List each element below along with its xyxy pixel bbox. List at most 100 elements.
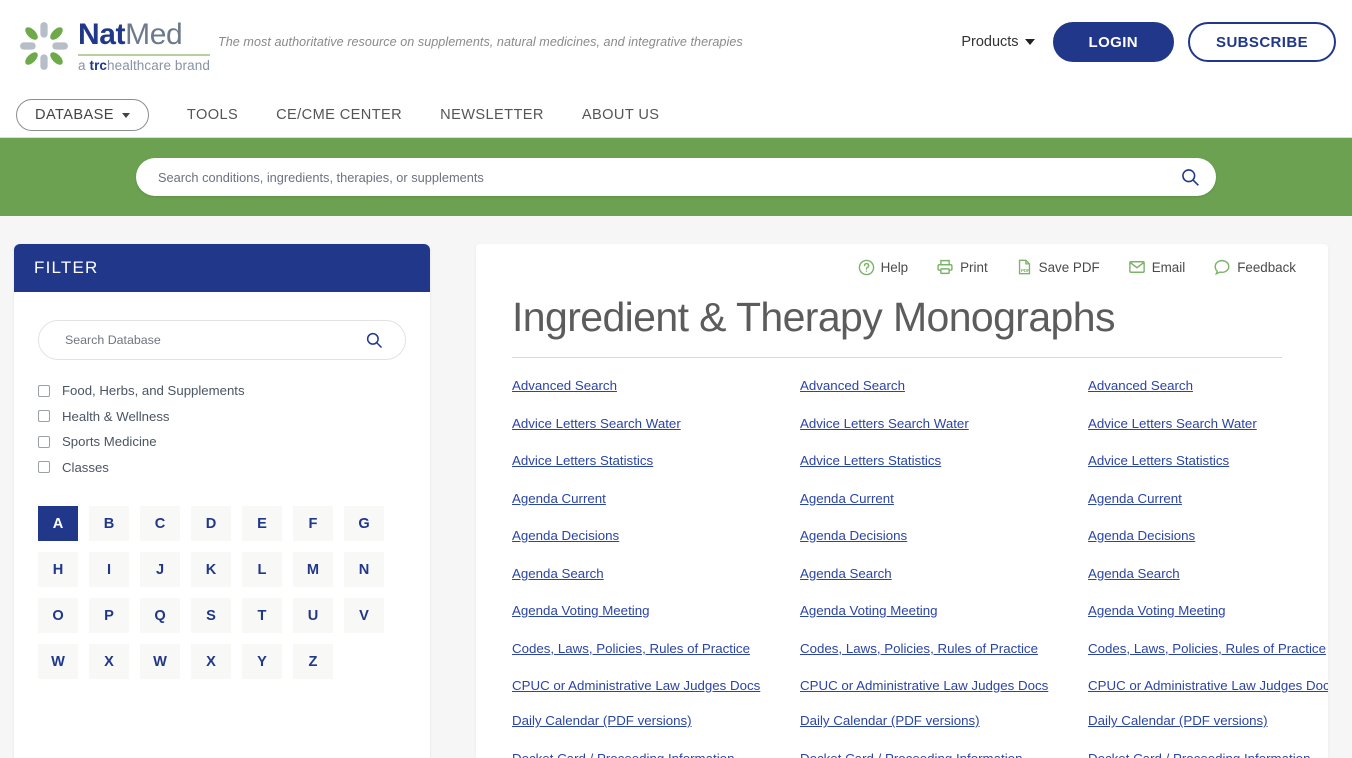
- alphabet-letter-f[interactable]: F: [293, 506, 333, 541]
- link-agenda-decisions[interactable]: Agenda Decisions: [1088, 526, 1328, 546]
- monograph-link-columns: Advanced Search Advice Letters Search Wa…: [494, 376, 1328, 758]
- link-daily-calendar[interactable]: Daily Calendar (PDF versions): [512, 711, 800, 731]
- checkbox-icon[interactable]: [38, 461, 50, 474]
- alphabet-letter-q[interactable]: Q: [140, 598, 180, 633]
- link-advanced-search[interactable]: Advanced Search: [512, 376, 800, 396]
- nav-item-tools[interactable]: TOOLS: [187, 107, 238, 123]
- link-advice-letters-statistics[interactable]: Advice Letters Statistics: [1088, 451, 1328, 471]
- alphabet-letter-y[interactable]: Y: [242, 644, 282, 679]
- alphabet-letter-u[interactable]: U: [293, 598, 333, 633]
- link-agenda-current[interactable]: Agenda Current: [512, 489, 800, 509]
- nav-item-about-us[interactable]: ABOUT US: [582, 107, 660, 123]
- login-button[interactable]: LOGIN: [1052, 22, 1175, 62]
- link-codes-laws-policies[interactable]: Codes, Laws, Policies, Rules of Practice: [1088, 639, 1328, 659]
- header-actions: Products LOGIN SUBSCRIBE: [961, 22, 1336, 62]
- alphabet-letter-a[interactable]: A: [38, 506, 78, 541]
- alphabet-letter-h[interactable]: H: [38, 552, 78, 587]
- brand-name: NatMed: [78, 19, 210, 51]
- printer-icon: [937, 259, 953, 275]
- link-daily-calendar[interactable]: Daily Calendar (PDF versions): [1088, 711, 1328, 731]
- link-agenda-search[interactable]: Agenda Search: [1088, 564, 1328, 584]
- link-agenda-search[interactable]: Agenda Search: [800, 564, 1088, 584]
- site-tagline: The most authoritative resource on suppl…: [218, 35, 743, 49]
- alphabet-letter-z[interactable]: Z: [293, 644, 333, 679]
- link-codes-laws-policies[interactable]: Codes, Laws, Policies, Rules of Practice: [512, 639, 800, 659]
- link-advice-letters-search-water[interactable]: Advice Letters Search Water: [512, 414, 800, 434]
- print-button[interactable]: Print: [936, 258, 988, 276]
- help-button-label: Help: [880, 259, 909, 275]
- search-icon[interactable]: [365, 331, 383, 349]
- filter-checkbox-classes[interactable]: Classes: [38, 455, 406, 481]
- alphabet-letter-p[interactable]: P: [89, 598, 129, 633]
- nav-item-ce-cme[interactable]: CE/CME CENTER: [276, 107, 402, 123]
- checkbox-icon[interactable]: [38, 384, 50, 397]
- link-cpuc-alj-docs[interactable]: CPUC or Administrative Law Judges Docs: [1088, 676, 1328, 696]
- feedback-button[interactable]: Feedback: [1213, 258, 1296, 276]
- products-menu[interactable]: Products: [961, 34, 1035, 50]
- filter-checkbox-food-herbs-supplements[interactable]: Food, Herbs, and Supplements: [38, 378, 406, 404]
- alphabet-letter-k[interactable]: K: [191, 552, 231, 587]
- search-icon[interactable]: [1180, 167, 1200, 187]
- alphabet-letter-x[interactable]: X: [89, 644, 129, 679]
- alphabet-letter-j[interactable]: J: [140, 552, 180, 587]
- link-agenda-current[interactable]: Agenda Current: [800, 489, 1088, 509]
- alphabet-letter-t[interactable]: T: [242, 598, 282, 633]
- link-codes-laws-policies[interactable]: Codes, Laws, Policies, Rules of Practice: [800, 639, 1088, 659]
- link-advice-letters-search-water[interactable]: Advice Letters Search Water: [800, 414, 1088, 434]
- natmed-pinwheel-logo-icon: [20, 22, 68, 70]
- alphabet-letter-c[interactable]: C: [140, 506, 180, 541]
- database-search-input[interactable]: [39, 333, 405, 347]
- link-docket-card[interactable]: Docket Card / Proceeding Information: [512, 749, 800, 758]
- link-advanced-search[interactable]: Advanced Search: [800, 376, 1088, 396]
- database-search-box[interactable]: [38, 320, 406, 360]
- global-search-input[interactable]: [136, 169, 1216, 185]
- link-docket-card[interactable]: Docket Card / Proceeding Information: [800, 749, 1088, 758]
- brand-sub-prefix: a: [78, 58, 90, 73]
- email-button[interactable]: Email: [1128, 258, 1185, 276]
- link-advice-letters-statistics[interactable]: Advice Letters Statistics: [512, 451, 800, 471]
- link-daily-calendar[interactable]: Daily Calendar (PDF versions): [800, 711, 1088, 731]
- help-button[interactable]: Help: [858, 259, 909, 276]
- alphabet-filter-grid: A B C D E F G H I J K L M N O P Q S T U: [38, 506, 406, 679]
- alphabet-letter-s[interactable]: S: [191, 598, 231, 633]
- alphabet-letter-v[interactable]: V: [344, 598, 384, 633]
- filter-checkbox-sports-medicine[interactable]: Sports Medicine: [38, 429, 406, 455]
- brand-logo[interactable]: NatMed a trchealthcare brand: [18, 18, 210, 74]
- nav-item-newsletter[interactable]: NEWSLETTER: [440, 107, 544, 123]
- link-agenda-decisions[interactable]: Agenda Decisions: [800, 526, 1088, 546]
- nav-item-database[interactable]: DATABASE: [16, 99, 149, 131]
- checkbox-icon[interactable]: [38, 410, 50, 423]
- subscribe-button[interactable]: SUBSCRIBE: [1188, 22, 1336, 62]
- alphabet-letter-n[interactable]: N: [344, 552, 384, 587]
- link-cpuc-alj-docs[interactable]: CPUC or Administrative Law Judges Docs: [800, 676, 1088, 696]
- alphabet-letter-g[interactable]: G: [344, 506, 384, 541]
- link-agenda-voting-meeting[interactable]: Agenda Voting Meeting: [512, 601, 800, 621]
- link-agenda-decisions[interactable]: Agenda Decisions: [512, 526, 800, 546]
- alphabet-letter-b[interactable]: B: [89, 506, 129, 541]
- brand-subtitle: a trchealthcare brand: [78, 58, 210, 73]
- alphabet-letter-w[interactable]: W: [38, 644, 78, 679]
- alphabet-letter-e[interactable]: E: [242, 506, 282, 541]
- checkbox-icon[interactable]: [38, 435, 50, 448]
- link-advice-letters-statistics[interactable]: Advice Letters Statistics: [800, 451, 1088, 471]
- link-agenda-voting-meeting[interactable]: Agenda Voting Meeting: [800, 601, 1088, 621]
- alphabet-letter-i[interactable]: I: [89, 552, 129, 587]
- save-pdf-button[interactable]: PDF Save PDF: [1016, 258, 1100, 276]
- alphabet-letter-w-2[interactable]: W: [140, 644, 180, 679]
- alphabet-letter-l[interactable]: L: [242, 552, 282, 587]
- filter-panel-body: Food, Herbs, and Supplements Health & We…: [14, 292, 430, 679]
- link-advice-letters-search-water[interactable]: Advice Letters Search Water: [1088, 414, 1328, 434]
- link-agenda-search[interactable]: Agenda Search: [512, 564, 800, 584]
- link-docket-card[interactable]: Docket Card / Proceeding Information: [1088, 749, 1328, 758]
- global-search-box[interactable]: [136, 158, 1216, 196]
- link-agenda-current[interactable]: Agenda Current: [1088, 489, 1328, 509]
- link-cpuc-alj-docs[interactable]: CPUC or Administrative Law Judges Docs: [512, 676, 800, 696]
- filter-checkbox-health-wellness[interactable]: Health & Wellness: [38, 404, 406, 430]
- alphabet-letter-x-2[interactable]: X: [191, 644, 231, 679]
- link-agenda-voting-meeting[interactable]: Agenda Voting Meeting: [1088, 601, 1328, 621]
- alphabet-letter-o[interactable]: O: [38, 598, 78, 633]
- feedback-button-label: Feedback: [1237, 259, 1296, 275]
- alphabet-letter-m[interactable]: M: [293, 552, 333, 587]
- link-advanced-search[interactable]: Advanced Search: [1088, 376, 1328, 396]
- alphabet-letter-d[interactable]: D: [191, 506, 231, 541]
